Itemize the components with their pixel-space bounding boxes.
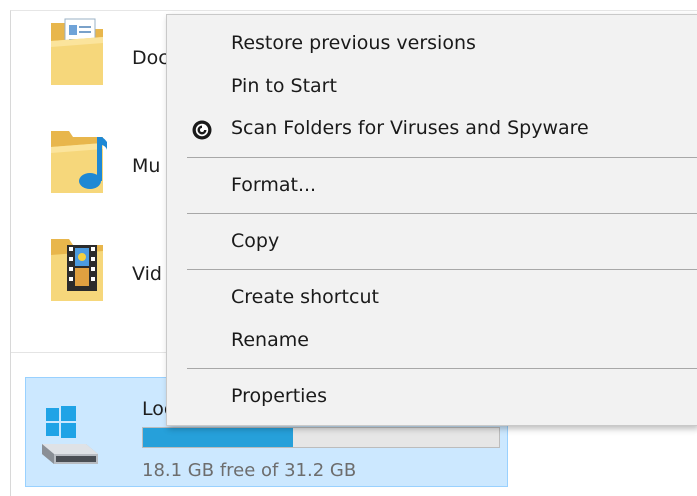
menu-item-label: Scan Folders for Viruses and Spyware — [231, 117, 589, 139]
menu-item-scan-for-viruses[interactable]: Scan Folders for Viruses and Spyware — [167, 110, 697, 150]
menu-separator — [187, 213, 697, 214]
videos-folder-icon — [51, 239, 103, 301]
drive-usage-fill — [143, 428, 293, 447]
menu-item-properties[interactable]: Properties — [167, 378, 697, 418]
menu-item-label: Pin to Start — [231, 75, 337, 97]
folder-label-videos: Vid — [132, 263, 162, 285]
drive-usage-bar — [142, 427, 500, 448]
menu-item-pin-to-start[interactable]: Pin to Start — [167, 68, 697, 108]
folder-label-music: Mu — [132, 155, 161, 177]
antivirus-scan-icon — [192, 120, 212, 140]
music-folder-icon — [51, 131, 107, 193]
context-menu: Restore previous versions Pin to Start S… — [166, 14, 697, 426]
menu-item-format[interactable]: Format... — [167, 167, 697, 207]
drive-free-space: 18.1 GB free of 31.2 GB — [142, 460, 357, 481]
menu-separator — [187, 368, 697, 369]
menu-item-label: Rename — [231, 329, 309, 351]
menu-separator — [187, 269, 697, 270]
menu-item-label: Properties — [231, 385, 328, 407]
folder-label-documents: Doc — [132, 47, 169, 69]
menu-item-restore-previous-versions[interactable]: Restore previous versions — [167, 25, 697, 65]
menu-item-create-shortcut[interactable]: Create shortcut — [167, 279, 697, 319]
menu-item-copy[interactable]: Copy — [167, 223, 697, 263]
menu-item-label: Copy — [231, 230, 280, 252]
menu-item-label: Restore previous versions — [231, 32, 476, 54]
menu-item-label: Create shortcut — [231, 286, 379, 308]
documents-folder-icon — [51, 18, 103, 85]
menu-separator — [187, 157, 697, 158]
windows-drive-icon — [42, 406, 98, 464]
menu-item-label: Format... — [231, 174, 317, 196]
menu-item-rename[interactable]: Rename — [167, 322, 697, 362]
